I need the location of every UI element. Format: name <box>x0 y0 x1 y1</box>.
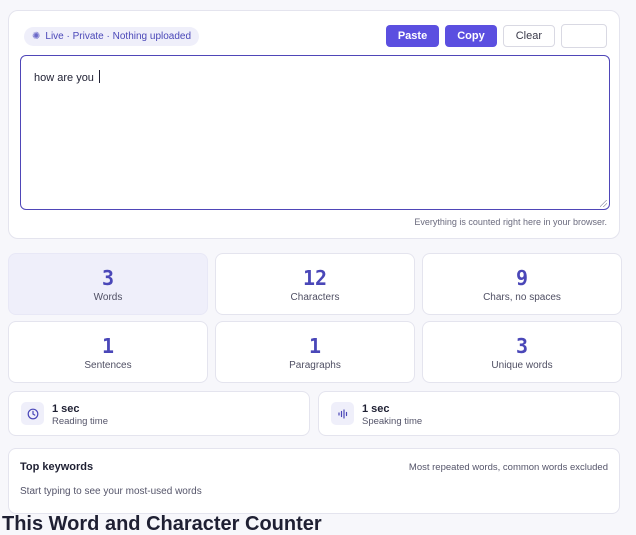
text-input-content: how are you <box>34 70 100 84</box>
stat-label: Unique words <box>491 360 553 371</box>
top-keywords-card: Top keywords Most repeated words, common… <box>8 448 620 514</box>
stat-label: Chars, no spaces <box>483 292 561 303</box>
stat-value: 3 <box>101 266 115 290</box>
text-input-value: how are you <box>34 72 94 84</box>
section-heading: This Word and Character Counter <box>2 513 322 535</box>
status-badge-label: Live · Private · Nothing uploaded <box>45 31 192 42</box>
speaking-time-value: 1 sec <box>362 403 390 415</box>
stat-value: 9 <box>515 266 529 290</box>
stat-paragraphs[interactable]: 1 Paragraphs <box>215 321 415 383</box>
clear-button[interactable]: Clear <box>502 25 555 47</box>
stat-value: 1 <box>308 334 322 358</box>
reading-time-card: 1 sec Reading time <box>8 391 310 436</box>
clock-icon <box>21 402 44 425</box>
stat-unique-words[interactable]: 3 Unique words <box>422 321 622 383</box>
sparkle-icon: ✺ <box>32 30 41 42</box>
editor-card: ✺ Live · Private · Nothing uploaded Past… <box>8 10 620 239</box>
stat-characters[interactable]: 12 Characters <box>215 253 415 315</box>
editor-toolbar: Paste Copy Clear <box>385 24 607 48</box>
stat-label: Sentences <box>84 360 132 371</box>
stat-label: Characters <box>290 292 340 303</box>
speaking-time-card: 1 sec Speaking time <box>318 391 620 436</box>
text-input[interactable]: how are you <box>20 55 610 210</box>
waveform-icon <box>331 402 354 425</box>
copy-button[interactable]: Copy <box>445 25 497 47</box>
privacy-hint: Everything is counted right here in your… <box>414 217 607 227</box>
top-keywords-empty: Start typing to see your most-used words <box>20 486 202 497</box>
speaking-time-label: Speaking time <box>362 416 423 427</box>
stat-sentences[interactable]: 1 Sentences <box>8 321 208 383</box>
stat-value: 1 <box>101 334 115 358</box>
top-keywords-title: Top keywords <box>20 461 94 473</box>
status-badge: ✺ Live · Private · Nothing uploaded <box>24 27 200 46</box>
text-caret <box>99 70 100 83</box>
resize-handle[interactable] <box>600 200 607 207</box>
stat-chars-no-spaces[interactable]: 9 Chars, no spaces <box>422 253 622 315</box>
stat-words[interactable]: 3 Words <box>8 253 208 315</box>
stat-label: Paragraphs <box>289 360 341 371</box>
top-keywords-note: Most repeated words, common words exclud… <box>408 462 608 473</box>
stat-label: Words <box>93 292 123 303</box>
stat-value: 12 <box>302 266 328 290</box>
reading-time-label: Reading time <box>52 416 108 427</box>
stat-value: 3 <box>515 334 529 358</box>
paste-button[interactable]: Paste <box>385 25 440 47</box>
extra-button[interactable] <box>561 24 607 48</box>
reading-time-value: 1 sec <box>52 403 80 415</box>
